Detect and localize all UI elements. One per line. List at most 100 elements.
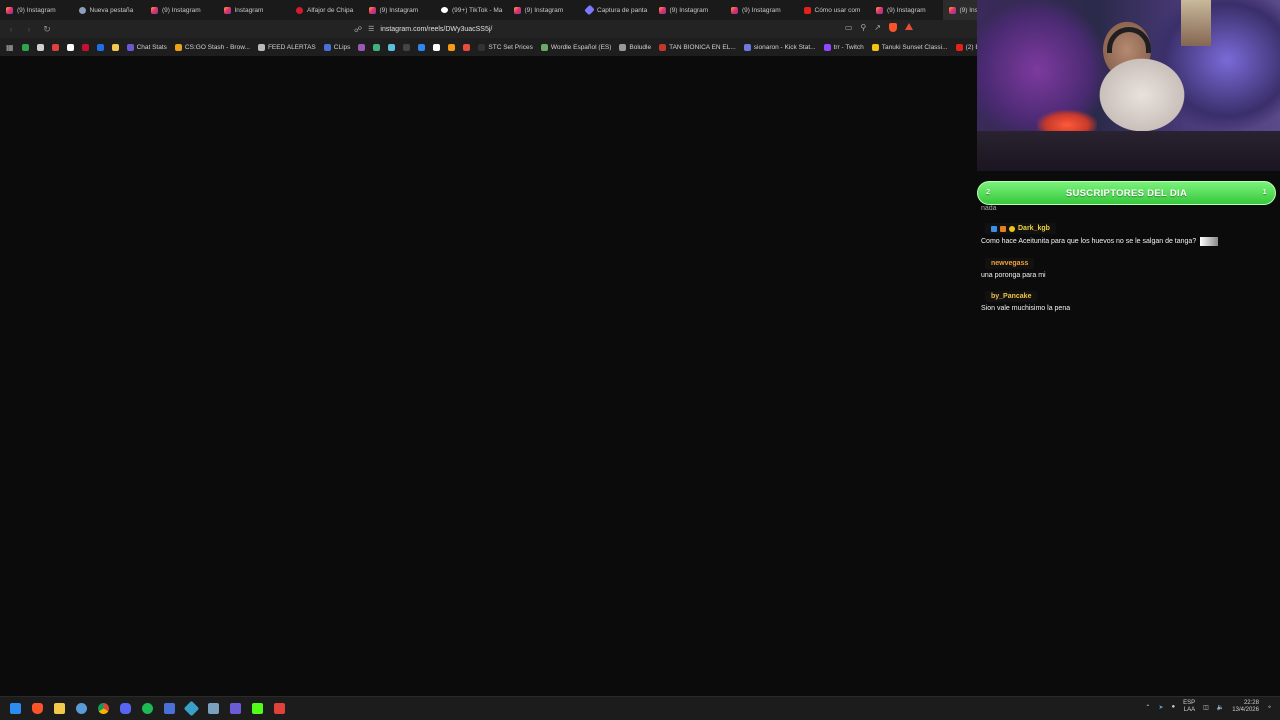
bookmark-item[interactable]: CS:GO Stash - Brow... — [174, 43, 250, 51]
bookmark-favicon-icon — [403, 43, 411, 51]
bookmark-label: CLips — [333, 43, 351, 51]
bookmark-favicon-icon — [21, 43, 29, 51]
bookmark-item[interactable] — [21, 43, 29, 51]
bookmark-item[interactable]: CLips — [323, 43, 351, 51]
tab-label: (9) Ins — [959, 6, 978, 14]
discord-icon[interactable] — [114, 698, 136, 720]
joystick-icon[interactable] — [202, 698, 224, 720]
clock[interactable]: 22:28 13/4/2026 — [1232, 700, 1259, 714]
media-app-icon[interactable] — [224, 698, 246, 720]
tab-item[interactable]: Alfajor de Chipa — [290, 0, 363, 20]
tab-item[interactable]: (9) Instagram — [725, 0, 798, 20]
brave-rewards-icon[interactable] — [905, 23, 913, 30]
tab-item[interactable]: (9) Instagram — [0, 0, 73, 20]
bookmark-favicon-icon — [373, 43, 381, 51]
bookmark-item[interactable] — [433, 43, 441, 51]
tab-item[interactable]: Nueva pestaña — [73, 0, 146, 20]
back-button[interactable]: ‹ — [4, 22, 18, 36]
chat-message-text-row: Como hace Aceitunita para que los huevos… — [981, 237, 1280, 246]
chat-message: Dark_kgb Como hace Aceitunita para que l… — [977, 223, 1280, 246]
url-field[interactable]: ☍ ☰ instagram.com/reels/DWy3uacSS5j/ — [354, 25, 492, 34]
bookmark-item[interactable] — [96, 43, 104, 51]
notifications-icon[interactable]: ⚬ — [1267, 704, 1272, 711]
bookmark-item[interactable]: Boludle — [619, 43, 651, 51]
settings-icon[interactable] — [180, 698, 202, 720]
brave-browser-icon[interactable] — [26, 698, 48, 720]
windows-start-icon[interactable] — [4, 698, 26, 720]
language-code: ESP — [1183, 700, 1196, 706]
bookmark-item[interactable] — [358, 43, 366, 51]
bookmark-item[interactable] — [463, 43, 471, 51]
tab-item[interactable]: (9) Instagram — [363, 0, 436, 20]
bookmark-item[interactable] — [373, 43, 381, 51]
chat-message: newvegass una poronga para mi — [977, 258, 1280, 279]
bookmark-item[interactable] — [51, 43, 59, 51]
bookmark-item[interactable]: (2) BARRA — [955, 43, 977, 51]
tab-label: (9) Instagram — [887, 6, 926, 14]
bookmark-item[interactable] — [388, 43, 396, 51]
chevron-up-icon[interactable]: ⌃ — [1145, 704, 1150, 711]
chrome-icon[interactable] — [92, 698, 114, 720]
page-content — [0, 56, 977, 696]
display-app-icon[interactable] — [158, 698, 180, 720]
file-explorer-icon[interactable] — [48, 698, 70, 720]
steam-icon[interactable] — [70, 698, 92, 720]
tab-label: Cómo usar com — [814, 6, 861, 14]
site-info-icon[interactable]: ☰ — [368, 25, 374, 33]
reload-button[interactable]: ↻ — [40, 22, 54, 36]
bookmark-label: FEED ALERTAS — [267, 43, 316, 51]
tab-item[interactable]: (99+) TikTok - Ma — [435, 0, 508, 20]
coin-badge-icon — [1009, 225, 1015, 232]
bookmark-favicon-icon — [36, 43, 44, 51]
keyboard-language[interactable]: ESP LAA — [1183, 700, 1195, 714]
share-icon[interactable]: ↗ — [874, 23, 881, 32]
bookmark-favicon-icon — [418, 43, 426, 51]
tab-item[interactable]: (9) Instagram — [870, 0, 943, 20]
bookmark-item[interactable] — [448, 43, 456, 51]
tab-item[interactable]: (9) Instagram — [508, 0, 581, 20]
microphone-icon[interactable]: ● — [1171, 704, 1175, 710]
tab-item[interactable]: Cómo usar com — [798, 0, 871, 20]
bookmark-item[interactable] — [81, 43, 89, 51]
bookmark-item[interactable]: trr - Twitch — [823, 43, 864, 51]
bookmark-item[interactable] — [403, 43, 411, 51]
network-icon[interactable]: ◫ — [1203, 704, 1209, 711]
spotify-icon[interactable] — [136, 698, 158, 720]
tab-item[interactable]: Instagram — [218, 0, 291, 20]
bookmark-label: sionaron - Kick Stat... — [753, 43, 816, 51]
bookmark-item[interactable]: TAN BIONICA EN EL... — [659, 43, 736, 51]
bookmark-item[interactable] — [36, 43, 44, 51]
tab-item[interactable]: (9) Ins — [942, 0, 978, 20]
calendar-app-icon[interactable] — [268, 698, 290, 720]
instagram-icon — [513, 6, 521, 14]
bookmark-item[interactable]: FEED ALERTAS — [257, 43, 316, 51]
bookmark-item[interactable] — [111, 43, 119, 51]
tab-item[interactable]: Captura de panta — [580, 0, 653, 20]
chat-message: by_Pancake Sion vale muchisimo la pena — [977, 291, 1280, 312]
bookmark-icon[interactable]: ☍ — [354, 25, 362, 34]
volume-icon[interactable]: 🔈 — [1217, 704, 1224, 711]
tab-label: (9) Instagram — [669, 6, 709, 14]
bookmark-item[interactable]: sionaron - Kick Stat... — [743, 43, 816, 51]
bookmark-item[interactable]: STC Set Prices — [478, 43, 533, 51]
telegram-icon[interactable]: ➤ — [1158, 704, 1163, 711]
bookmark-item[interactable]: Tanuki Sunset Classi... — [871, 43, 948, 51]
kick-icon[interactable] — [246, 698, 268, 720]
instagram-icon — [658, 6, 666, 14]
screen-cast-icon[interactable]: ▭ — [845, 23, 853, 32]
zoom-icon[interactable]: ⚲ — [860, 23, 866, 32]
tab-item[interactable]: (9) Instagram — [653, 0, 726, 20]
chat-cut-text: nada — [981, 205, 997, 212]
url-text[interactable]: instagram.com/reels/DWy3uacSS5j/ — [380, 26, 492, 33]
brave-shield-icon[interactable] — [889, 23, 897, 32]
bookmark-favicon-icon — [478, 43, 486, 51]
pen-icon — [584, 4, 595, 16]
bookmark-item[interactable]: Chat Stats — [126, 43, 167, 51]
forward-button[interactable]: › — [22, 22, 36, 36]
tab-item[interactable]: (9) Instagram — [145, 0, 218, 20]
apps-grid-icon[interactable]: ▦ — [6, 43, 14, 52]
bookmark-item[interactable] — [418, 43, 426, 51]
chat-message-text-row: una poronga para mi — [981, 272, 1280, 279]
bookmark-item[interactable]: Wordle Español (ES) — [540, 43, 611, 51]
bookmark-item[interactable] — [66, 43, 74, 51]
